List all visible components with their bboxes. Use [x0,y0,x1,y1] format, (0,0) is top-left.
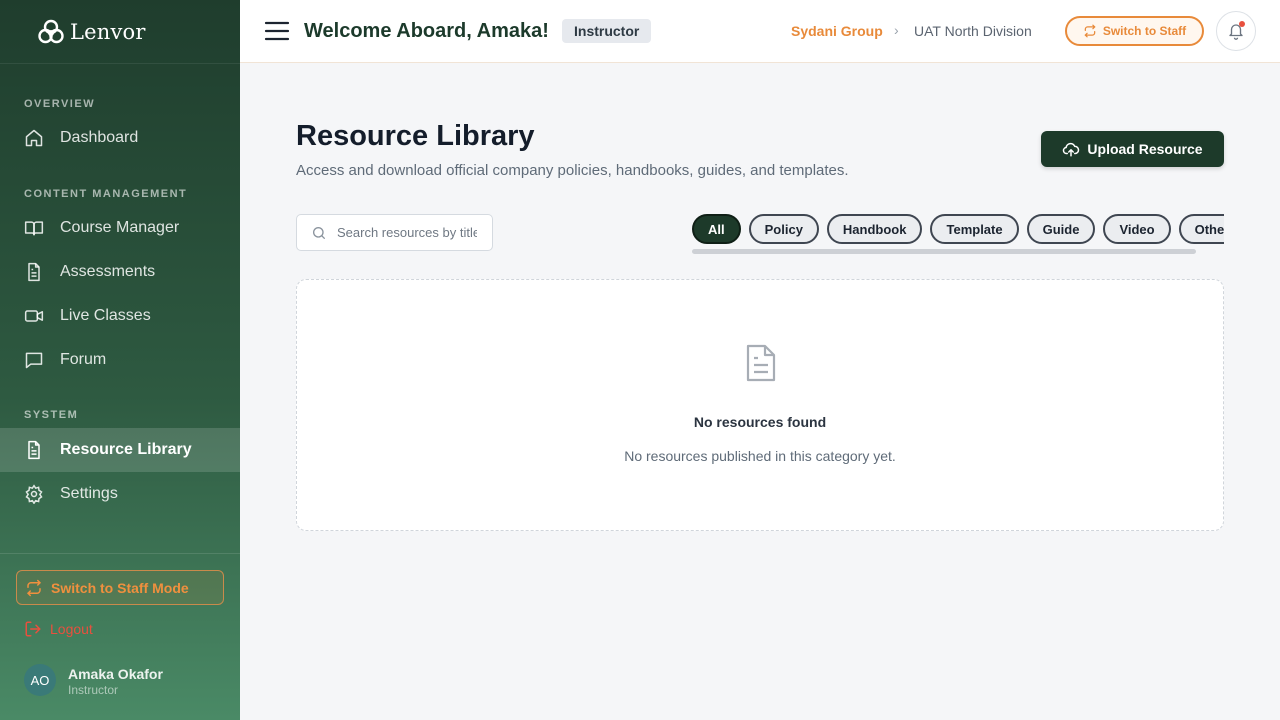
sidebar-item-label: Settings [60,485,118,502]
document-icon [746,344,776,382]
filter-chip-video[interactable]: Video [1103,214,1171,244]
sidebar: Lenvor OVERVIEW Dashboard CONTENT MANAGE… [0,0,240,720]
sidebar-item-resource-library[interactable]: Resource Library [0,428,240,472]
section-title-content-management: CONTENT MANAGEMENT [24,188,188,200]
sidebar-item-label: Dashboard [60,129,139,146]
hamburger-menu-icon[interactable] [264,18,290,44]
logout-button[interactable]: Logout [24,620,93,638]
search-input[interactable] [337,225,477,240]
breadcrumb-separator-icon: › [894,22,899,38]
breadcrumb-division: UAT North Division [914,23,1032,39]
sidebar-item-label: Resource Library [60,441,192,458]
switch-to-staff-label: Switch to Staff [1102,24,1187,38]
sidebar-item-live-classes[interactable]: Live Classes [0,294,240,338]
empty-state-title: No resources found [693,414,827,430]
switch-to-staff-mode-button[interactable]: Switch to Staff Mode [16,570,224,605]
filter-chip-policy[interactable]: Policy [748,214,819,244]
document-icon [28,262,40,282]
notification-dot [1239,21,1245,27]
sidebar-item-dashboard[interactable]: Dashboard [0,116,240,160]
lenvor-logo-icon [38,19,64,43]
logout-label: Logout [50,621,93,637]
notifications-button[interactable] [1216,11,1256,51]
filter-scrollbar[interactable] [692,249,1196,254]
switch-arrows-icon [1084,24,1096,38]
top-header: Welcome Aboard, Amaka! Instructor Sydani… [240,0,1280,63]
filter-chip-guide[interactable]: Guide [1026,214,1096,244]
filter-chip-template[interactable]: Template [930,214,1019,244]
section-title-overview: OVERVIEW [24,98,96,110]
sidebar-divider [0,553,240,554]
video-icon [24,310,44,322]
sidebar-item-label: Course Manager [60,219,180,236]
brand[interactable]: Lenvor [0,0,240,64]
empty-state: No resources found No resources publishe… [296,279,1224,531]
document-icon [28,440,40,460]
sidebar-item-assessments[interactable]: Assessments [0,250,240,294]
brand-name: Lenvor [70,19,146,44]
page-subtitle: Access and download official company pol… [296,162,849,179]
role-badge: Instructor [562,19,652,43]
search-box [296,214,493,251]
sidebar-item-label: Live Classes [60,307,151,324]
cloud-upload-icon [1063,142,1080,157]
filter-chip-handbook[interactable]: Handbook [826,214,923,244]
sidebar-item-label: Forum [60,351,107,368]
breadcrumb-organization[interactable]: Sydani Group [791,23,883,39]
sidebar-item-settings[interactable]: Settings [0,472,240,516]
section-title-system: SYSTEM [24,409,79,421]
switch-arrows-icon [27,579,41,596]
filter-chip-other[interactable]: Other [1178,214,1224,244]
user-role: Instructor [68,683,119,697]
welcome-heading: Welcome Aboard, Amaka! [304,20,549,42]
gear-icon [25,484,43,504]
page-title: Resource Library [296,120,535,152]
sidebar-item-forum[interactable]: Forum [0,338,240,382]
switch-to-staff-mode-label: Switch to Staff Mode [51,579,189,596]
logout-icon [25,621,41,637]
empty-state-subtitle: No resources published in this category … [624,448,896,464]
chat-icon [25,352,43,369]
avatar[interactable]: AO [24,664,56,696]
upload-resource-button[interactable]: Upload Resource [1041,131,1224,167]
book-icon [24,221,44,236]
search-icon [313,226,325,239]
upload-resource-label: Upload Resource [1087,141,1203,157]
sidebar-item-course-manager[interactable]: Course Manager [0,206,240,250]
switch-to-staff-button[interactable]: Switch to Staff [1065,16,1204,46]
user-name: Amaka Okafor [68,666,163,682]
filter-chip-all[interactable]: All [692,214,741,244]
filter-chips: All Policy Handbook Template Guide Video… [692,214,1224,246]
sidebar-item-label: Assessments [60,263,156,280]
home-icon [25,129,43,147]
